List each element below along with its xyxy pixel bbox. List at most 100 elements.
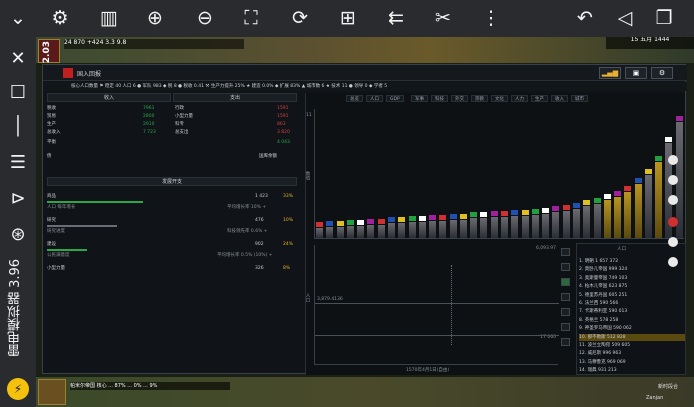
fps-counter: 2.03 (42, 41, 52, 64)
add-window-icon[interactable]: ⊞ (336, 6, 360, 30)
minimize-icon[interactable]: │ (6, 115, 30, 139)
sd-card-icon[interactable]: ▥ (97, 6, 121, 30)
rank-item[interactable]: 2. 莫卧儿帝国 999 324 (579, 266, 685, 273)
dev-item-research[interactable]: 研究 476 10% (47, 217, 297, 224)
emulator-brand: 雷电模拟器 3.96 (8, 258, 23, 358)
close-icon[interactable]: ✕ (6, 47, 30, 71)
rank-item[interactable]: 12. 威尼斯 996 963 (579, 350, 685, 357)
stat-tab[interactable]: 外交 (451, 95, 468, 102)
chart-bar (336, 227, 344, 238)
stat-tab[interactable]: 城市 (571, 95, 588, 102)
nation-flag-icon (603, 194, 611, 200)
side-toggle-active[interactable] (668, 217, 678, 227)
new-turn-button[interactable]: 新时段合 (658, 383, 678, 390)
nation-flag-icon (562, 205, 570, 211)
nation-flag-icon (480, 212, 488, 218)
stat-tab[interactable]: 总览 (346, 95, 363, 102)
chart-bar (316, 228, 323, 238)
scissors-icon[interactable]: ✂ (431, 6, 455, 30)
dev-item-minor-power[interactable]: 小型力量 326 8% (47, 265, 297, 272)
side-toggle[interactable] (668, 175, 678, 185)
rank-item[interactable]: 3. 奥斯曼帝国 749 103 (579, 275, 685, 282)
category-icon[interactable] (561, 263, 570, 271)
nation-flag-icon (490, 211, 498, 217)
nation-flag-icon (357, 219, 365, 225)
dev-sub: 公民满意度 平均增长率 0.5% (10%) + (47, 253, 273, 258)
back-icon[interactable]: ↶ (573, 6, 597, 30)
chevron-down-double-icon[interactable]: ⌄ (6, 6, 30, 30)
chart-bar (490, 217, 498, 238)
collapse-icon[interactable]: ⊳ (6, 187, 30, 211)
date-display[interactable]: 15 五月 1444 (606, 37, 694, 49)
dev-item-construction[interactable]: 建设 902 24% (47, 241, 297, 248)
emulator-toolbar: ⌄ ⚙ ▥ ⊕ ⊖ ⛶ ⟳ ⊞ ⇇ ✂ ⋮ ↶ ◁ ❐ (0, 0, 694, 37)
rank-item[interactable]: 10. 那不勒斯 512 828 (579, 333, 685, 341)
side-toggle[interactable] (668, 237, 678, 247)
screenshot-icon[interactable]: ⛶ (239, 6, 263, 30)
recents-icon[interactable]: ❐ (652, 6, 676, 30)
population-line-chart: 6,093.97 3,879.4136 17 060 (314, 245, 559, 365)
rank-item[interactable]: 11. 波兰立陶宛 509 605 (579, 342, 685, 349)
stats-button[interactable]: ▂▄▆ (599, 67, 621, 79)
category-icon[interactable] (561, 338, 570, 346)
dialog-header: 国入回报 ▂▄▆ ▣ ⚙ (43, 65, 687, 81)
nation-flag-icon (644, 168, 652, 174)
side-toggle[interactable] (668, 195, 678, 205)
nation-flag-icon (521, 210, 529, 216)
nation-flag-icon (439, 214, 447, 220)
rank-item[interactable]: 6. 法兰西 590 566 (579, 300, 685, 307)
stat-tab[interactable]: GDP (386, 95, 404, 102)
stat-tab[interactable]: 人力 (511, 95, 528, 102)
menu-icon[interactable]: ☰ (6, 151, 30, 175)
dev-sub: 人口 每年增长 平均增长率 10% + (47, 205, 267, 210)
chart-bar (521, 216, 529, 238)
stat-tab[interactable]: 军事 (411, 95, 428, 102)
budget-row-total: 总收入 7 723 总支出 3 820 (47, 130, 290, 135)
rank-item[interactable]: 7. 卡斯蒂利亚 590 013 (579, 308, 685, 315)
category-icon[interactable] (561, 248, 570, 256)
bottom-axis-mid: 3,879.4136 (317, 297, 343, 302)
rank-item[interactable]: 9. 神圣罗马帝国 590 062 (579, 325, 685, 332)
nation-flag-icon (675, 116, 683, 122)
rank-item[interactable]: 14. 瑞典 931 213 (579, 367, 685, 374)
rank-item[interactable]: 5. 德里苏丹国 605 251 (579, 292, 685, 299)
save-icon[interactable]: ▣ (625, 67, 647, 79)
dev-item-goods[interactable]: 商品 1 423 33% (47, 193, 297, 200)
emulator-logo: ⚡ (7, 378, 29, 400)
bottom-y-label: 人口 (305, 293, 310, 302)
goods-progress (47, 201, 143, 203)
stat-tab[interactable]: 收入 (551, 95, 568, 102)
side-toggle[interactable] (668, 257, 678, 267)
volume-down-icon[interactable]: ⊖ (193, 6, 217, 30)
rank-item[interactable]: 4. 帖木儿帝国 623 875 (579, 283, 685, 290)
home-icon[interactable]: ◁ (613, 6, 637, 30)
more-icon[interactable]: ⋮ (479, 6, 503, 30)
bottom-player: Zanjan (646, 395, 664, 401)
stat-tab[interactable]: 宗教 (471, 95, 488, 102)
category-icon[interactable] (561, 323, 570, 331)
construction-progress (47, 249, 87, 251)
player-portrait[interactable] (38, 379, 66, 405)
restore-icon[interactable]: ☐ (6, 81, 30, 105)
budget-panel: 收入 支出 税收 7961 行政 1591 贸易 2800 小型力量 1591 … (43, 93, 301, 375)
rank-item[interactable]: 13. 马穆鲁克 969 069 (579, 359, 685, 366)
volume-up-icon[interactable]: ⊕ (143, 6, 167, 30)
stat-tab[interactable]: 科技 (431, 95, 448, 102)
chart-bar (644, 174, 652, 238)
install-apk-icon[interactable]: ⇇ (384, 6, 408, 30)
stat-tab[interactable]: 生产 (531, 95, 548, 102)
rotate-icon[interactable]: ⟳ (288, 6, 312, 30)
stat-tab[interactable]: 人口 (366, 95, 383, 102)
category-icon[interactable] (561, 308, 570, 316)
nation-flag-icon (665, 136, 673, 142)
nation-flag-icon (470, 212, 478, 218)
gear-icon[interactable]: ⚙ (48, 6, 72, 30)
category-icon[interactable] (561, 293, 570, 301)
settings-icon[interactable]: ⚙ (651, 67, 673, 79)
nation-flag-icon (398, 217, 406, 223)
side-toggle[interactable] (668, 155, 678, 165)
nation-flag-icon (408, 216, 416, 222)
rank-item[interactable]: 8. 英格兰 578 258 (579, 317, 685, 324)
stat-tab[interactable]: 文化 (491, 95, 508, 102)
category-icon[interactable] (561, 278, 570, 286)
